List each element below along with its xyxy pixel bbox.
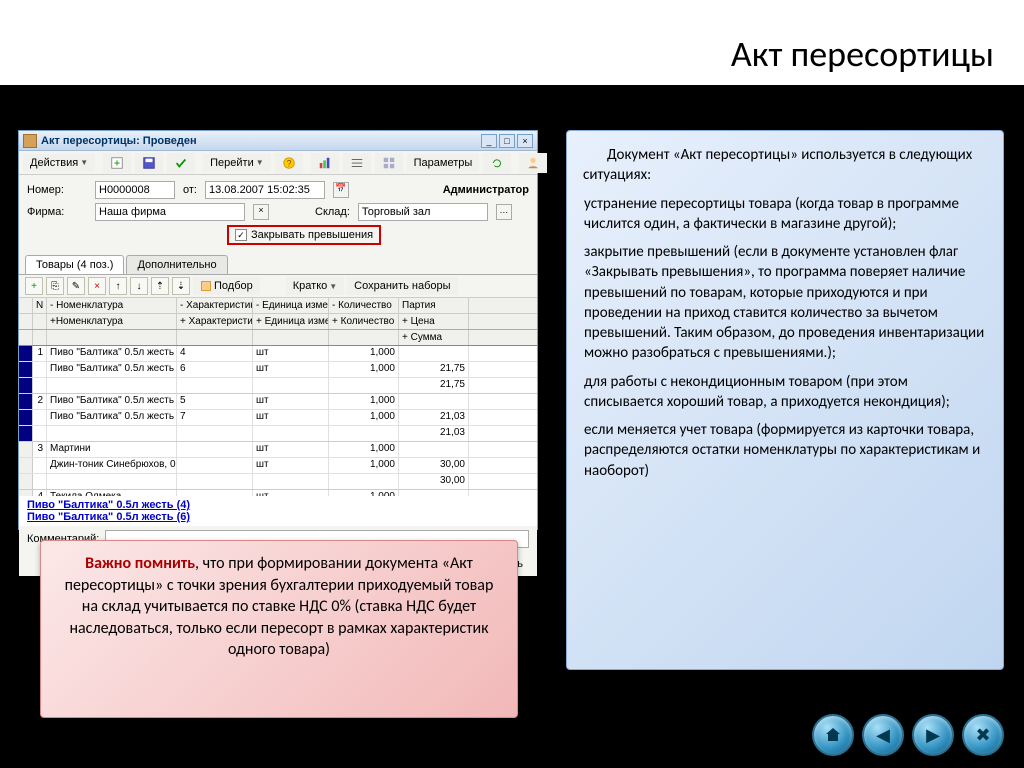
tab-extra[interactable]: Дополнительно — [126, 255, 227, 274]
col-party[interactable]: Партия — [399, 298, 469, 313]
grid-edit-icon[interactable]: ✎ — [67, 277, 85, 295]
toolbar-refresh-icon[interactable] — [483, 153, 511, 173]
col-price[interactable]: + Цена — [399, 314, 469, 329]
firm-label: Фирма: — [27, 206, 87, 218]
col-nom-minus[interactable]: - Номенклатура — [47, 298, 177, 313]
info-bullet-2: закрытие превышений (если в документе ус… — [584, 242, 987, 364]
close-excess-highlight: ✓ Закрывать превышения — [227, 225, 381, 245]
table-row[interactable]: 21,75 — [19, 378, 537, 394]
next-button[interactable]: ▶ — [912, 714, 954, 756]
close-button[interactable]: × — [517, 134, 533, 148]
table-row[interactable]: 1 Пиво "Балтика" 0.5л жесть 4 шт 1,000 — [19, 346, 537, 362]
select-icon[interactable]: … — [496, 204, 512, 220]
col-nom-plus[interactable]: +Номенклатура — [47, 314, 177, 329]
info-bullet-3: для работы с некондиционным товаром (при… — [584, 372, 987, 413]
window-title: Акт пересортицы: Проведен — [41, 135, 481, 147]
params-button[interactable]: Параметры — [407, 154, 480, 172]
slide-title: Акт пересортицы — [0, 28, 994, 80]
main-toolbar: Действия ▼ Перейти ▼ ? Параметры — [19, 151, 537, 175]
tab-goods[interactable]: Товары (4 поз.) — [25, 255, 124, 274]
warehouse-label: Склад: — [315, 206, 350, 218]
toolbar-user-icon[interactable] — [519, 153, 547, 173]
col-har-plus[interactable]: + Характеристика — [177, 314, 253, 329]
prev-button[interactable]: ◀ — [862, 714, 904, 756]
restore-button[interactable]: □ — [499, 134, 515, 148]
app-window: Акт пересортицы: Проведен _ □ × Действия… — [18, 130, 538, 530]
close-excess-checkbox[interactable]: ✓ — [235, 229, 247, 241]
col-kol-minus[interactable]: - Количество — [329, 298, 399, 313]
save-sets-button[interactable]: Сохранить наборы — [347, 277, 457, 295]
table-row[interactable]: 4 Текила Олмека шт 1,000 — [19, 490, 537, 496]
toolbar-help-icon[interactable]: ? — [275, 153, 303, 173]
calendar-icon[interactable]: 📅 — [333, 182, 349, 198]
col-har-minus[interactable]: - Характеристика — [177, 298, 253, 313]
firm-field[interactable] — [95, 203, 245, 221]
short-button[interactable]: Кратко ▼ — [286, 277, 344, 295]
grid-up-icon[interactable]: ↑ — [109, 277, 127, 295]
info-intro: Документ «Акт пересортицы» используется … — [583, 145, 987, 186]
select-button[interactable]: Подбор — [193, 277, 260, 295]
warning-panel: Важно помнить, что при формировании доку… — [40, 540, 518, 718]
info-panel: Документ «Акт пересортицы» используется … — [566, 130, 1004, 670]
home-button[interactable] — [812, 714, 854, 756]
admin-label: Администратор — [443, 184, 529, 196]
date-field[interactable] — [205, 181, 325, 199]
table-row[interactable]: Пиво "Балтика" 0.5л жесть 7 шт 1,000 21,… — [19, 410, 537, 426]
table-row[interactable]: 30,00 — [19, 474, 537, 490]
info-bullet-1: устранение пересортицы товара (когда тов… — [584, 194, 987, 235]
grid-add-icon[interactable]: + — [25, 277, 43, 295]
table-row[interactable]: Пиво "Балтика" 0.5л жесть 6 шт 1,000 21,… — [19, 362, 537, 378]
toolbar-chart-icon[interactable] — [311, 153, 339, 173]
document-icon — [23, 134, 37, 148]
chevron-down-icon: ▼ — [256, 158, 264, 167]
number-label: Номер: — [27, 184, 87, 196]
info-bullet-4: если меняется учет товара (формируется и… — [584, 420, 987, 481]
goods-grid: N - Номенклатура - Характеристика - Един… — [19, 298, 537, 496]
col-n[interactable]: N — [33, 298, 47, 313]
titlebar: Акт пересортицы: Проведен _ □ × — [19, 131, 537, 151]
grid-sort-up-icon[interactable]: ⇡ — [151, 277, 169, 295]
table-row[interactable]: Джин-тоник Синебрюхов, 0.5л шт 1,000 30,… — [19, 458, 537, 474]
actions-menu[interactable]: Действия ▼ — [23, 154, 95, 172]
table-row[interactable]: 3 Мартини шт 1,000 — [19, 442, 537, 458]
grid-sort-down-icon[interactable]: ⇣ — [172, 277, 190, 295]
link-item-2[interactable]: Пиво "Балтика" 0.5л жесть (6) — [27, 511, 529, 523]
number-field[interactable] — [95, 181, 175, 199]
svg-text:?: ? — [286, 158, 291, 168]
minimize-button[interactable]: _ — [481, 134, 497, 148]
chevron-down-icon: ▼ — [80, 158, 88, 167]
col-sum[interactable]: + Сумма — [399, 330, 469, 345]
table-row[interactable]: 2 Пиво "Балтика" 0.5л жесть 5 шт 1,000 — [19, 394, 537, 410]
warehouse-field[interactable] — [358, 203, 488, 221]
col-kol-plus[interactable]: + Количество — [329, 314, 399, 329]
warning-bold: Важно помнить — [85, 554, 195, 573]
grid-copy-icon[interactable]: ⎘ — [46, 277, 64, 295]
goto-menu[interactable]: Перейти ▼ — [203, 154, 271, 172]
table-row[interactable]: 21,03 — [19, 426, 537, 442]
clear-icon[interactable]: × — [253, 204, 269, 220]
toolbar-save-icon[interactable] — [135, 153, 163, 173]
toolbar-post-icon[interactable] — [167, 153, 195, 173]
link-item-1[interactable]: Пиво "Балтика" 0.5л жесть (4) — [27, 499, 529, 511]
col-ed-minus[interactable]: - Единица измере... — [253, 298, 329, 313]
close-excess-label: Закрывать превышения — [251, 229, 373, 241]
date-label: от: — [183, 184, 197, 196]
exit-button[interactable]: ✖ — [962, 714, 1004, 756]
toolbar-list-icon[interactable] — [343, 153, 371, 173]
toolbar-add-icon[interactable] — [103, 153, 131, 173]
grid-delete-icon[interactable]: × — [88, 277, 106, 295]
col-ed-plus[interactable]: + Единица измерения — [253, 314, 329, 329]
grid-down-icon[interactable]: ↓ — [130, 277, 148, 295]
toolbar-grid-icon[interactable] — [375, 153, 403, 173]
